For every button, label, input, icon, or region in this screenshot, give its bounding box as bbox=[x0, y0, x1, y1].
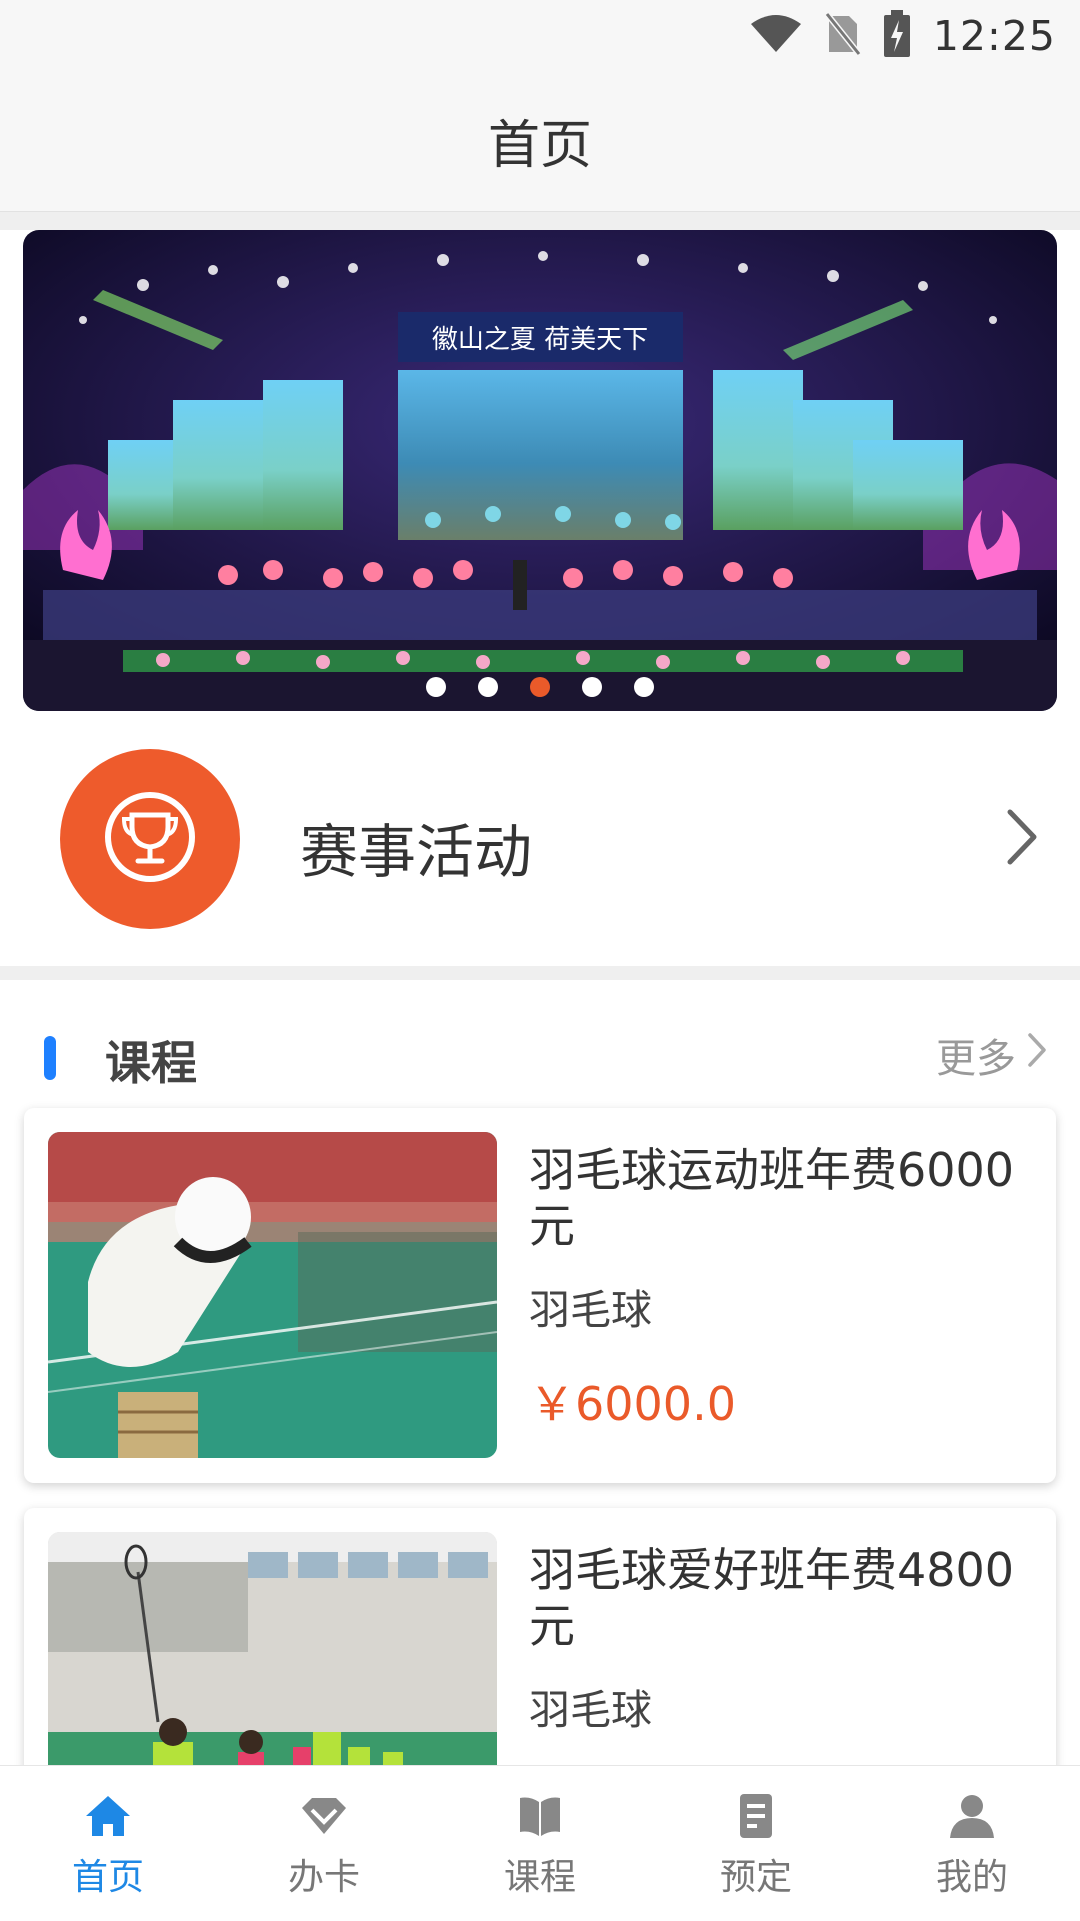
home-icon bbox=[84, 1794, 132, 1842]
event-activities-row[interactable]: 赛事活动 bbox=[0, 725, 1080, 950]
tab-label: 首页 bbox=[71, 1857, 144, 1898]
chevron-right-icon bbox=[1026, 1031, 1048, 1079]
course-category: 羽毛球 bbox=[529, 1286, 652, 1334]
document-icon bbox=[732, 1794, 780, 1842]
book-icon bbox=[516, 1794, 564, 1842]
carousel-dot-active[interactable] bbox=[530, 677, 550, 697]
tab-profile[interactable]: 我的 bbox=[864, 1766, 1080, 1921]
status-time: 12:25 bbox=[932, 12, 1056, 60]
courses-section-header: 课程 更多 bbox=[0, 1000, 1080, 1110]
battery-charging-icon bbox=[883, 10, 911, 62]
diamond-icon bbox=[300, 1794, 348, 1842]
carousel-dot[interactable] bbox=[634, 677, 654, 697]
carousel-dot[interactable] bbox=[478, 677, 498, 697]
no-sim-icon bbox=[824, 12, 862, 60]
course-card[interactable]: 羽毛球运动班年费6000元 羽毛球 ￥6000.0 bbox=[24, 1108, 1056, 1483]
more-label: 更多 bbox=[936, 1036, 1016, 1082]
status-bar: 12:25 bbox=[0, 0, 1080, 75]
trophy-icon bbox=[102, 789, 198, 889]
chevron-right-icon bbox=[1004, 808, 1040, 870]
person-icon bbox=[948, 1794, 996, 1842]
divider bbox=[0, 966, 1080, 980]
title-bar: 首页 bbox=[0, 75, 1080, 212]
divider bbox=[0, 212, 1080, 230]
event-label: 赛事活动 bbox=[300, 818, 533, 886]
course-title: 羽毛球运动班年费6000元 bbox=[529, 1143, 1015, 1253]
bottom-tab-bar: 首页 办卡 课程 预定 我的 bbox=[0, 1765, 1080, 1921]
tab-card[interactable]: 办卡 bbox=[216, 1766, 432, 1921]
tab-label: 预定 bbox=[719, 1857, 792, 1898]
tab-label: 课程 bbox=[503, 1857, 576, 1898]
section-accent-bar bbox=[44, 1036, 56, 1080]
course-title: 羽毛球爱好班年费4800元 bbox=[529, 1543, 1015, 1653]
banner-carousel[interactable]: 徽山之夏 荷美天下 bbox=[23, 230, 1057, 711]
tab-label: 我的 bbox=[935, 1857, 1008, 1898]
carousel-dot[interactable] bbox=[582, 677, 602, 697]
tab-label: 办卡 bbox=[287, 1857, 360, 1898]
tab-courses[interactable]: 课程 bbox=[432, 1766, 648, 1921]
tab-booking[interactable]: 预定 bbox=[648, 1766, 864, 1921]
wifi-icon bbox=[749, 14, 803, 58]
event-icon-circle bbox=[60, 749, 240, 929]
status-icons: 12:25 bbox=[749, 10, 1056, 62]
tab-home[interactable]: 首页 bbox=[0, 1766, 216, 1921]
banner-image: 徽山之夏 荷美天下 bbox=[23, 230, 1057, 711]
banner-caption: 徽山之夏 荷美天下 bbox=[432, 325, 648, 355]
section-title: 课程 bbox=[105, 1036, 197, 1090]
more-link[interactable]: 更多 bbox=[936, 1026, 1048, 1084]
carousel-indicator bbox=[23, 677, 1057, 697]
course-price: ￥6000.0 bbox=[529, 1377, 736, 1431]
course-image bbox=[48, 1132, 497, 1458]
carousel-dot[interactable] bbox=[426, 677, 446, 697]
course-category: 羽毛球 bbox=[529, 1686, 652, 1734]
page-title: 首页 bbox=[487, 116, 592, 176]
